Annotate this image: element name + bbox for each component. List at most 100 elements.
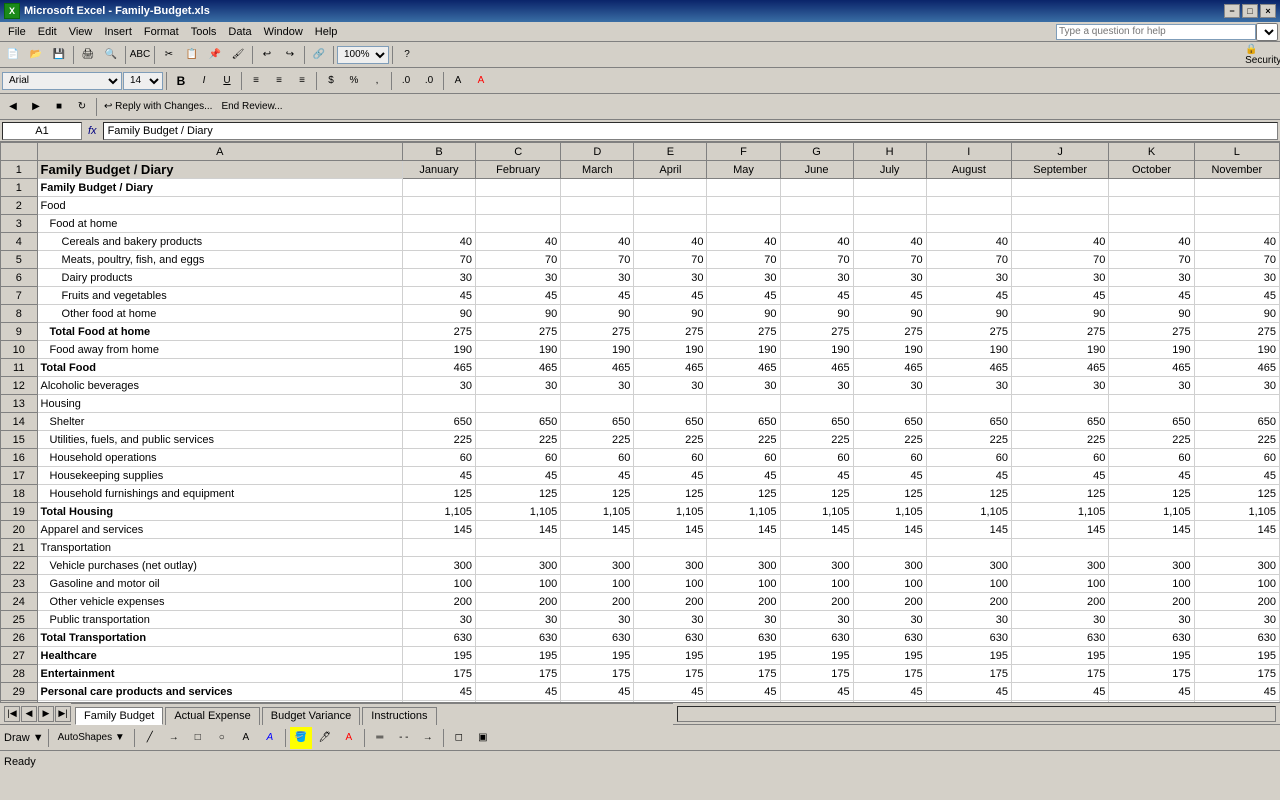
- cell-D21[interactable]: [561, 539, 634, 557]
- cell-J30[interactable]: 10: [1011, 701, 1108, 703]
- cell-J16[interactable]: 60: [1011, 449, 1108, 467]
- cell-K27[interactable]: 195: [1109, 647, 1194, 665]
- row-num-14[interactable]: 14: [1, 413, 38, 431]
- forward-button[interactable]: ▶: [25, 96, 47, 118]
- cell-A22[interactable]: Vehicle purchases (net outlay): [37, 557, 402, 575]
- print-button[interactable]: 🖨: [77, 44, 99, 66]
- cell-L11[interactable]: 465: [1194, 359, 1279, 377]
- reply-with-changes-label[interactable]: ↩ Reply with Changes...: [100, 101, 216, 112]
- cell-K29[interactable]: 45: [1109, 683, 1194, 701]
- col-header-H[interactable]: H: [853, 143, 926, 161]
- cell-E16[interactable]: 60: [634, 449, 707, 467]
- row-num-17[interactable]: 17: [1, 467, 38, 485]
- cell-D20[interactable]: 145: [561, 521, 634, 539]
- cell-E1[interactable]: April: [634, 161, 707, 179]
- cell-A20[interactable]: Apparel and services: [37, 521, 402, 539]
- cell-E10[interactable]: 190: [634, 341, 707, 359]
- cell-B24[interactable]: 200: [402, 593, 475, 611]
- cell-I1[interactable]: August: [926, 161, 1011, 179]
- row-num-15[interactable]: 15: [1, 431, 38, 449]
- cell-G5[interactable]: 70: [780, 251, 853, 269]
- cell-K23[interactable]: 100: [1109, 575, 1194, 593]
- print-preview-button[interactable]: 🔍: [100, 44, 122, 66]
- cell-E2[interactable]: [634, 197, 707, 215]
- cell-L27[interactable]: 195: [1194, 647, 1279, 665]
- line-style-draw[interactable]: ═: [369, 727, 391, 749]
- cell-A6[interactable]: Dairy products: [37, 269, 402, 287]
- cell-E4[interactable]: 40: [634, 233, 707, 251]
- window-controls[interactable]: − □ ×: [1224, 4, 1276, 18]
- cell-F30[interactable]: 10: [707, 701, 780, 703]
- cell-J5[interactable]: 70: [1011, 251, 1108, 269]
- tab-scroll-first[interactable]: |◀: [4, 706, 20, 722]
- cell-I13[interactable]: [926, 395, 1011, 413]
- cell-J3[interactable]: [1011, 215, 1108, 233]
- cell-D15[interactable]: 225: [561, 431, 634, 449]
- cell-C26[interactable]: 630: [476, 629, 561, 647]
- cell-C15[interactable]: 225: [476, 431, 561, 449]
- fill-color-button[interactable]: A: [447, 70, 469, 92]
- cell-H3[interactable]: [853, 215, 926, 233]
- cell-F4[interactable]: 40: [707, 233, 780, 251]
- cell-F24[interactable]: 200: [707, 593, 780, 611]
- cell-G3[interactable]: [780, 215, 853, 233]
- cell-L8[interactable]: 90: [1194, 305, 1279, 323]
- cell-I22[interactable]: 300: [926, 557, 1011, 575]
- cell-E23[interactable]: 100: [634, 575, 707, 593]
- ask-dropdown[interactable]: [1256, 23, 1278, 41]
- cell-J4[interactable]: 40: [1011, 233, 1108, 251]
- zoom-dropdown[interactable]: 100%: [337, 46, 389, 64]
- cell-D27[interactable]: 195: [561, 647, 634, 665]
- cell-J23[interactable]: 100: [1011, 575, 1108, 593]
- cell-G24[interactable]: 200: [780, 593, 853, 611]
- cell-H10[interactable]: 190: [853, 341, 926, 359]
- cell-E3[interactable]: [634, 215, 707, 233]
- cell-D8[interactable]: 90: [561, 305, 634, 323]
- row-num-11[interactable]: 11: [1, 359, 38, 377]
- cell-G30[interactable]: 10: [780, 701, 853, 703]
- cell-L2[interactable]: [1194, 197, 1279, 215]
- align-right-button[interactable]: ≡: [291, 70, 313, 92]
- cell-D18[interactable]: 125: [561, 485, 634, 503]
- row-num-7[interactable]: 7: [1, 287, 38, 305]
- cell-I6[interactable]: 30: [926, 269, 1011, 287]
- cell-F13[interactable]: [707, 395, 780, 413]
- cell-K4[interactable]: 40: [1109, 233, 1194, 251]
- row-num-20[interactable]: 20: [1, 521, 38, 539]
- cell-I18[interactable]: 125: [926, 485, 1011, 503]
- cell-K1[interactable]: October: [1109, 161, 1194, 179]
- cell-B14[interactable]: 650: [402, 413, 475, 431]
- cell-K6[interactable]: 30: [1109, 269, 1194, 287]
- cell-B2[interactable]: [402, 197, 475, 215]
- cell-B6[interactable]: 30: [402, 269, 475, 287]
- cell-I20[interactable]: 145: [926, 521, 1011, 539]
- cell-J11[interactable]: 465: [1011, 359, 1108, 377]
- cell-K12[interactable]: 30: [1109, 377, 1194, 395]
- cell-A7[interactable]: Fruits and vegetables: [37, 287, 402, 305]
- cell-D6[interactable]: 30: [561, 269, 634, 287]
- cell-G21[interactable]: [780, 539, 853, 557]
- cell-L22[interactable]: 300: [1194, 557, 1279, 575]
- tab-instructions[interactable]: Instructions: [362, 707, 436, 725]
- cell-G13[interactable]: [780, 395, 853, 413]
- cell-B8[interactable]: 90: [402, 305, 475, 323]
- cell-D13[interactable]: [561, 395, 634, 413]
- cell-B23[interactable]: 100: [402, 575, 475, 593]
- cell-A12[interactable]: Alcoholic beverages: [37, 377, 402, 395]
- cell-H1[interactable]: July: [853, 161, 926, 179]
- cell-K3[interactable]: [1109, 215, 1194, 233]
- cell-F18[interactable]: 125: [707, 485, 780, 503]
- cell-A9[interactable]: Total Food at home: [37, 323, 402, 341]
- cell-F27[interactable]: 195: [707, 647, 780, 665]
- cell-H30[interactable]: 10: [853, 701, 926, 703]
- menu-format[interactable]: Format: [138, 22, 185, 42]
- cell-D10[interactable]: 190: [561, 341, 634, 359]
- cell-B13[interactable]: [402, 395, 475, 413]
- cell-K21[interactable]: [1109, 539, 1194, 557]
- cell-I21[interactable]: [926, 539, 1011, 557]
- italic-button[interactable]: I: [193, 70, 215, 92]
- cell-F14[interactable]: 650: [707, 413, 780, 431]
- line-color-draw[interactable]: 🖊: [314, 727, 336, 749]
- format-painter-button[interactable]: 🖌: [227, 44, 249, 66]
- cell-K5[interactable]: 70: [1109, 251, 1194, 269]
